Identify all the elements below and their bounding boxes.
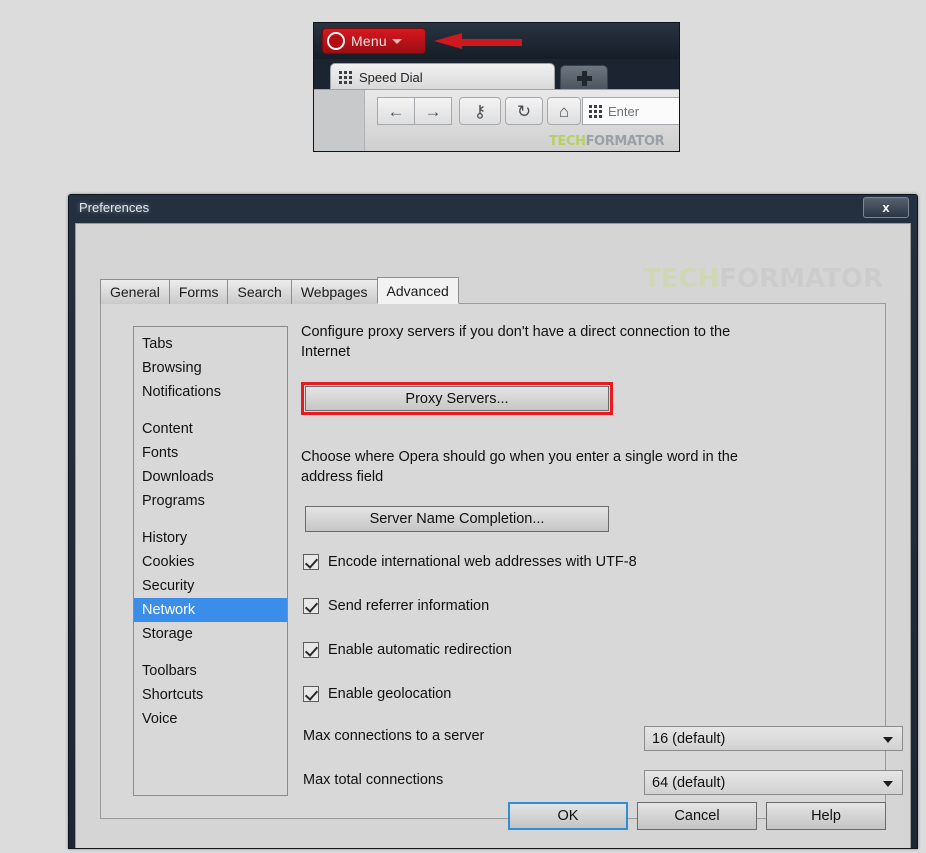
security-badge-button[interactable]: ⚷: [459, 97, 501, 125]
server-name-completion-button[interactable]: Server Name Completion...: [305, 506, 609, 532]
sidebar-item-programs[interactable]: Programs: [134, 489, 287, 513]
checkbox-label-geolocation: Enable geolocation: [328, 686, 452, 702]
chevron-down-icon: [883, 737, 893, 743]
chevron-down-icon: [883, 781, 893, 787]
sidebar-divider: [134, 646, 287, 659]
sidebar-item-security[interactable]: Security: [134, 574, 287, 598]
checkbox-label-send-referrer: Send referrer information: [328, 598, 490, 614]
select-max-connections-server[interactable]: 16 (default): [644, 726, 903, 751]
checkbox-encode-utf8[interactable]: [303, 554, 319, 570]
select-value-max-connections-server: 16 (default): [652, 730, 726, 747]
sidebar-item-downloads[interactable]: Downloads: [134, 465, 287, 489]
watermark-tech: TECH: [642, 264, 720, 294]
checkbox-automatic-redirection[interactable]: [303, 642, 319, 658]
nav-left-spacer: [314, 90, 365, 151]
address-bar-placeholder: Enter: [608, 103, 640, 119]
arrow-shaft: [460, 39, 522, 46]
dialog-title: Preferences: [79, 200, 150, 215]
tab-forms[interactable]: Forms: [168, 279, 229, 304]
select-row-max-connections-server: Max connections to a server 16 (default): [303, 726, 903, 751]
sidebar-item-browsing[interactable]: Browsing: [134, 356, 287, 380]
close-icon[interactable]: x: [863, 197, 909, 218]
dialog-body: TECHFORMATOR General Forms Search Webpag…: [75, 223, 911, 848]
sidebar-item-shortcuts[interactable]: Shortcuts: [134, 683, 287, 707]
back-button[interactable]: ←: [377, 97, 415, 125]
sidebar-item-history[interactable]: History: [134, 526, 287, 550]
checkbox-row-geolocation[interactable]: Enable geolocation: [303, 686, 451, 702]
home-button[interactable]: ⌂: [547, 97, 581, 125]
advanced-tab-panel: Tabs Browsing Notifications Content Font…: [100, 303, 903, 819]
cancel-button[interactable]: Cancel: [637, 802, 757, 830]
address-grid-icon: [589, 104, 602, 118]
watermark-formator: FORMATOR: [585, 134, 665, 149]
new-tab-button[interactable]: [560, 65, 608, 90]
checkbox-send-referrer[interactable]: [303, 598, 319, 614]
select-row-max-total-connections: Max total connections 64 (default): [303, 770, 903, 795]
checkbox-geolocation[interactable]: [303, 686, 319, 702]
opera-browser-screenshot: Menu Speed Dial ← → ⚷ ↻ ⌂ Enter TECHFORM…: [313, 22, 680, 152]
checkbox-row-send-referrer[interactable]: Send referrer information: [303, 598, 489, 614]
help-button[interactable]: Help: [766, 802, 886, 830]
label-max-connections-server: Max connections to a server: [303, 728, 485, 744]
proxy-description: Configure proxy servers if you don't hav…: [301, 324, 731, 360]
plus-icon: [576, 70, 592, 86]
sidebar-item-storage[interactable]: Storage: [134, 622, 287, 646]
watermark-formator: FORMATOR: [719, 264, 883, 294]
tab-webpages[interactable]: Webpages: [290, 279, 378, 304]
back-arrow-icon: ←: [387, 101, 405, 121]
opera-menu-label: Menu: [351, 33, 387, 49]
preferences-window: Preferences x TECHFORMATOR General Forms…: [68, 194, 918, 849]
watermark-tech: TECH: [549, 134, 586, 149]
browser-navigation-bar: ← → ⚷ ↻ ⌂ Enter TECHFORMATOR: [314, 89, 679, 151]
address-bar[interactable]: Enter: [582, 97, 679, 125]
select-value-max-total-connections: 64 (default): [652, 774, 726, 791]
reload-button[interactable]: ↻: [505, 97, 543, 125]
sidebar-divider: [134, 513, 287, 526]
opera-menu-button[interactable]: Menu: [322, 28, 426, 54]
tab-general[interactable]: General: [100, 279, 170, 304]
browser-titlebar: Menu: [314, 23, 679, 59]
sidebar-item-cookies[interactable]: Cookies: [134, 550, 287, 574]
key-icon: ⚷: [473, 101, 487, 121]
chevron-down-icon: [391, 38, 402, 44]
select-max-total-connections[interactable]: 64 (default): [644, 770, 903, 795]
sidebar-item-voice[interactable]: Voice: [134, 707, 287, 731]
arrow-head: [434, 33, 462, 49]
tab-advanced[interactable]: Advanced: [376, 277, 459, 304]
proxy-servers-highlight: Proxy Servers...: [301, 382, 613, 415]
browser-tab-speed-dial[interactable]: Speed Dial: [330, 63, 555, 90]
preferences-category-list[interactable]: Tabs Browsing Notifications Content Font…: [133, 326, 288, 796]
watermark-dialog: TECHFORMATOR: [643, 264, 883, 294]
preferences-tabs: General Forms Search Webpages Advanced: [100, 277, 459, 304]
reload-icon: ↻: [516, 101, 532, 121]
forward-arrow-icon: →: [424, 101, 442, 121]
dialog-titlebar[interactable]: Preferences x: [69, 195, 917, 223]
sidebar-item-notifications[interactable]: Notifications: [134, 380, 287, 404]
sidebar-item-fonts[interactable]: Fonts: [134, 441, 287, 465]
proxy-servers-button[interactable]: Proxy Servers...: [305, 386, 609, 411]
sidebar-item-toolbars[interactable]: Toolbars: [134, 659, 287, 683]
checkbox-label-automatic-redirection: Enable automatic redirection: [328, 642, 512, 658]
sidebar-item-content[interactable]: Content: [134, 417, 287, 441]
sidebar-item-tabs[interactable]: Tabs: [134, 332, 287, 356]
opera-logo-icon: [327, 32, 345, 50]
network-settings-pane: Configure proxy servers if you don't hav…: [301, 322, 903, 806]
sidebar-divider: [134, 404, 287, 417]
server-name-completion-description: Choose where Opera should go when you en…: [301, 449, 738, 485]
checkbox-label-encode-utf8: Encode international web addresses with …: [328, 554, 637, 570]
forward-button[interactable]: →: [414, 97, 452, 125]
tab-search[interactable]: Search: [227, 279, 292, 304]
red-left-arrow-annotation: [434, 33, 522, 49]
checkbox-row-automatic-redirection[interactable]: Enable automatic redirection: [303, 642, 512, 658]
speed-dial-grid-icon: [339, 70, 352, 84]
sidebar-item-network[interactable]: Network: [134, 598, 287, 622]
home-icon: ⌂: [558, 101, 570, 121]
watermark-browser: TECHFORMATOR: [549, 134, 665, 149]
ok-button[interactable]: OK: [508, 802, 628, 830]
browser-tab-label: Speed Dial: [359, 69, 423, 85]
dialog-button-row: OK Cancel Help: [508, 802, 886, 830]
checkbox-row-encode-utf8[interactable]: Encode international web addresses with …: [303, 554, 637, 570]
label-max-total-connections: Max total connections: [303, 772, 444, 788]
browser-tab-strip: Speed Dial: [314, 59, 679, 90]
